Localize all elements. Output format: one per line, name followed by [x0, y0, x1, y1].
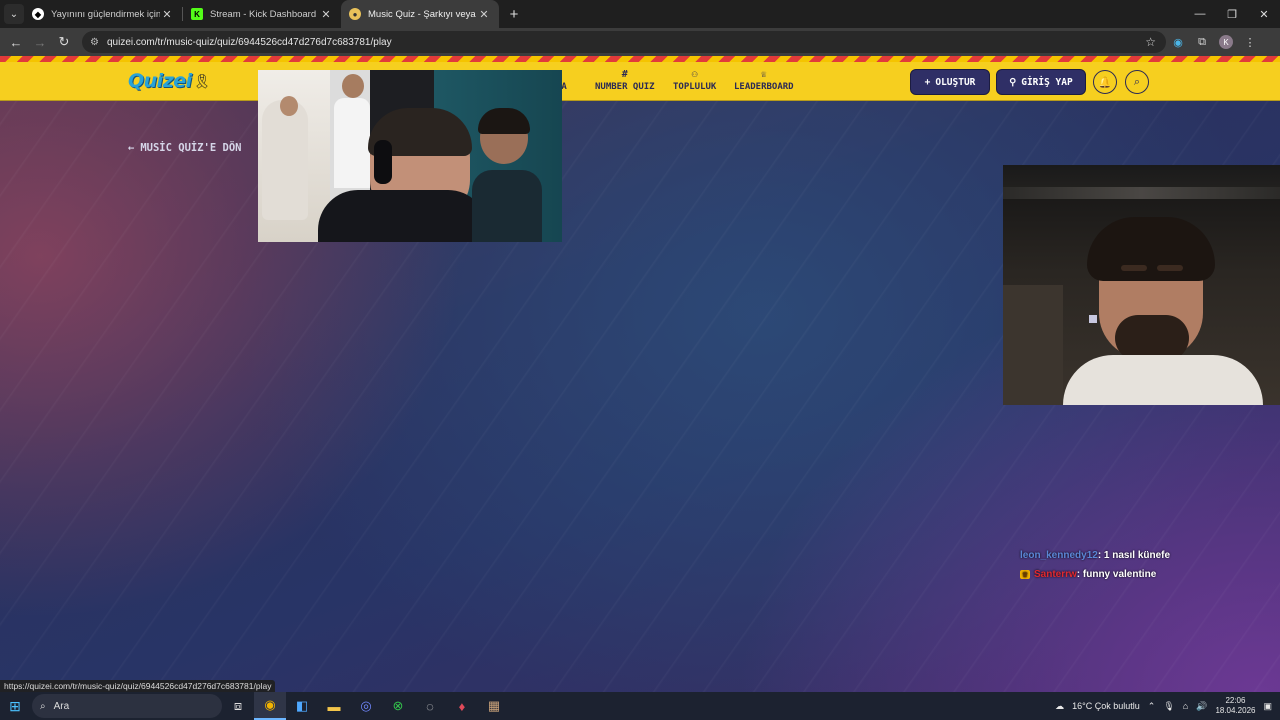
- search-placeholder: Ara: [53, 700, 70, 712]
- trophy-icon: ♕: [760, 69, 767, 80]
- windows-start-icon[interactable]: ⊞: [0, 698, 30, 715]
- search-icon: ⌕: [40, 700, 46, 712]
- chat-text: : funny valentine: [1076, 569, 1157, 580]
- weather-icon[interactable]: ☁: [1055, 701, 1064, 712]
- kick-logo-icon: K: [191, 8, 203, 20]
- back-label: MUSİC QUİZ'E DÖN: [140, 142, 242, 154]
- bookmark-star-icon[interactable]: ☆: [1145, 35, 1156, 49]
- reload-icon[interactable]: ↻: [52, 34, 76, 50]
- extension-icon[interactable]: ◉: [1166, 36, 1190, 49]
- ribbon-icon: 🎗: [193, 73, 211, 89]
- arrow-left-icon: ←: [128, 142, 135, 154]
- close-icon[interactable]: ✕: [319, 8, 333, 21]
- minimize-icon[interactable]: —: [1184, 0, 1216, 28]
- nav-label: LEADERBOARD: [734, 82, 794, 92]
- address-toolbar: ← → ↻ ⚙ quizei.com/tr/music-quiz/quiz/69…: [0, 28, 1280, 56]
- clock[interactable]: 22:06 18.04.2026: [1215, 696, 1255, 716]
- file-explorer-icon[interactable]: ▬: [318, 692, 350, 720]
- close-window-icon[interactable]: ✕: [1248, 0, 1280, 28]
- close-icon[interactable]: ✕: [160, 8, 174, 21]
- close-icon[interactable]: ✕: [477, 8, 491, 21]
- nav-item-leaderboard[interactable]: ♕ LEADERBOARD: [734, 69, 794, 92]
- system-tray: ☁ 16°C Çok bulutlu ⌃ 🎙 ⌂ 🔊 22:06 18.04.2…: [1055, 692, 1280, 720]
- favicon-icon: ◆: [32, 8, 44, 20]
- window-controls: — ❐ ✕: [1184, 0, 1280, 28]
- recorder-icon[interactable]: ◌: [414, 692, 446, 720]
- restore-icon[interactable]: ❐: [1216, 0, 1248, 28]
- url-bar[interactable]: ⚙ quizei.com/tr/music-quiz/quiz/6944526c…: [82, 31, 1166, 53]
- irl-camera-overlay: [258, 70, 562, 242]
- mic-icon[interactable]: 🎙: [1163, 701, 1174, 712]
- chat-username: leon_kennedy12: [1020, 550, 1098, 561]
- plus-icon: +: [924, 76, 931, 88]
- streamer-webcam-overlay: [1003, 165, 1280, 405]
- network-icon[interactable]: ⌂: [1183, 701, 1188, 711]
- back-to-music-quiz-link[interactable]: ← MUSİC QUİZ'E DÖN: [128, 142, 241, 154]
- extensions-puzzle-icon[interactable]: ⧉: [1190, 36, 1214, 49]
- menu-kebab-icon[interactable]: ⋮: [1238, 36, 1262, 49]
- user-icon: ⚲: [1009, 76, 1017, 88]
- login-button[interactable]: ⚲ GİRİŞ YAP: [996, 69, 1086, 95]
- xbox-icon[interactable]: ⊗: [382, 692, 414, 720]
- site-logo[interactable]: Quizei: [128, 70, 192, 92]
- store-icon[interactable]: ◧: [286, 692, 318, 720]
- notification-bell-icon[interactable]: 🔔: [1093, 70, 1117, 94]
- app-thumbnail-icon[interactable]: ▦: [478, 692, 510, 720]
- forward-arrow-icon[interactable]: →: [28, 35, 52, 50]
- crown-badge-icon: ♛: [1020, 570, 1030, 579]
- discord-icon[interactable]: ◎: [350, 692, 382, 720]
- profile-avatar[interactable]: K: [1214, 35, 1238, 49]
- chat-message: leon_kennedy12 : 1 nasıl künefe: [1020, 546, 1170, 565]
- taskbar: ⊞ ⌕ Ara ⧈ ◉ ◧ ▬ ◎ ⊗ ◌ ♦ ▦ ☁ 16°C Çok bul…: [0, 692, 1280, 720]
- nav-item-number-quiz[interactable]: # NUMBER QUIZ: [595, 69, 655, 92]
- create-button[interactable]: + OLUŞTUR: [910, 69, 990, 95]
- chevron-up-icon[interactable]: ⌃: [1148, 701, 1156, 712]
- new-tab-button[interactable]: +: [503, 6, 525, 23]
- quizei-favicon-icon: ●: [349, 8, 361, 20]
- tab-title: Yayınını güçlendirmek için en iyi: [51, 8, 160, 20]
- hash-icon: #: [621, 69, 628, 80]
- nav-label: NUMBER QUIZ: [595, 82, 655, 92]
- create-label: OLUŞTUR: [935, 76, 976, 88]
- taskbar-search[interactable]: ⌕ Ara: [32, 694, 222, 718]
- chat-text: : 1 nasıl künefe: [1097, 550, 1171, 561]
- back-arrow-icon[interactable]: ←: [4, 35, 28, 50]
- tab-music-quiz[interactable]: ● Music Quiz - Şarkıyı veya sanatçı ✕: [341, 0, 499, 28]
- chat-message: ♛ Santerrw : funny valentine: [1020, 565, 1170, 584]
- login-label: GİRİŞ YAP: [1021, 76, 1073, 88]
- notification-icon[interactable]: ▣: [1263, 701, 1272, 712]
- chrome-icon[interactable]: ◉: [254, 692, 286, 720]
- weather-text[interactable]: 16°C Çok bulutlu: [1072, 701, 1140, 711]
- chat-username: Santerrw: [1034, 569, 1077, 580]
- site-header: Quizei 🎗 ÍA # NUMBER QUIZ ⚇ TOPLULUK ♕ L…: [0, 62, 1280, 101]
- task-view-icon[interactable]: ⧈: [222, 692, 254, 720]
- tab-title: Music Quiz - Şarkıyı veya sanatçı: [368, 8, 477, 20]
- red-app-icon[interactable]: ♦: [446, 692, 478, 720]
- tab-search-button[interactable]: ⌄: [4, 4, 24, 24]
- nav-item-topluluk[interactable]: ⚇ TOPLULUK: [673, 69, 716, 92]
- volume-icon[interactable]: 🔊: [1196, 701, 1207, 712]
- clock-date: 18.04.2026: [1215, 706, 1256, 715]
- stream-chat-overlay: leon_kennedy12 : 1 nasıl künefe ♛ Santer…: [1020, 546, 1170, 584]
- search-icon[interactable]: ⌕: [1125, 70, 1149, 94]
- url-text: quizei.com/tr/music-quiz/quiz/6944526cd4…: [106, 36, 392, 48]
- tab-title: Stream - Kick Dashboard: [210, 8, 317, 20]
- clock-time: 22:06: [1225, 696, 1246, 705]
- tab-yayin[interactable]: ◆ Yayınını güçlendirmek için en iyi ✕: [24, 0, 182, 28]
- site-info-icon[interactable]: ⚙: [90, 37, 99, 48]
- users-icon: ⚇: [691, 69, 698, 80]
- tab-strip: ⌄ ◆ Yayınını güçlendirmek için en iyi ✕ …: [0, 0, 1280, 28]
- nav-label: TOPLULUK: [673, 82, 717, 92]
- tab-kick[interactable]: K Stream - Kick Dashboard ✕: [183, 0, 341, 28]
